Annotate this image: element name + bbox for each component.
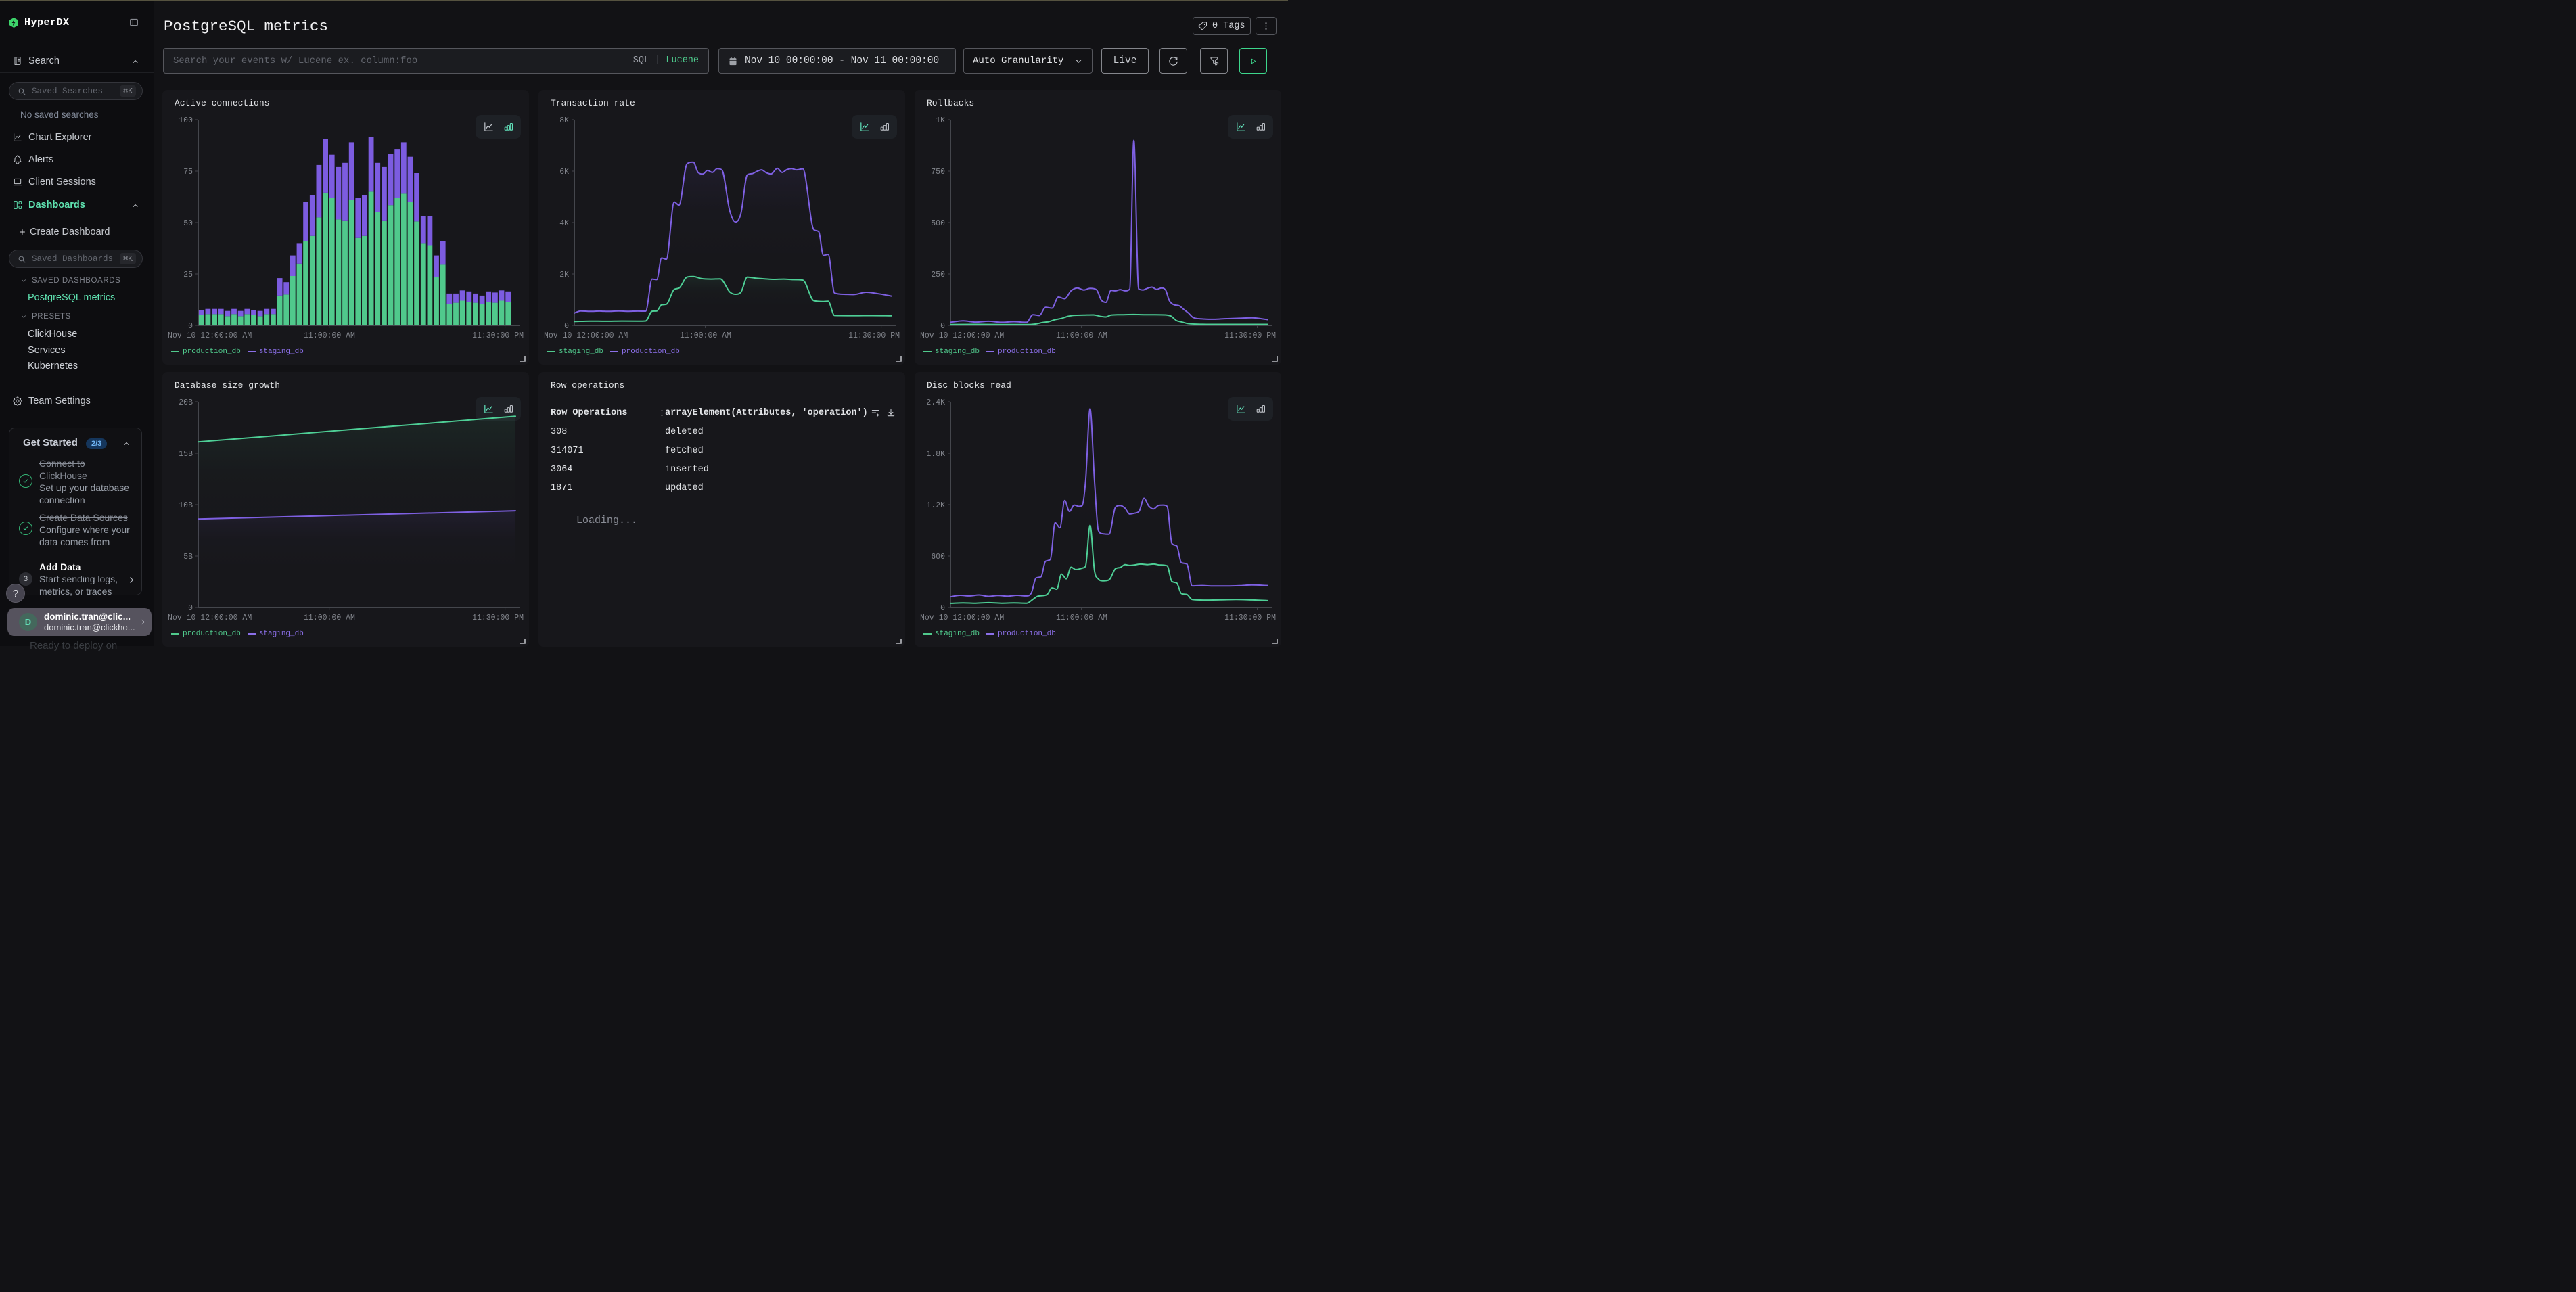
svg-text:0: 0 — [940, 604, 945, 613]
svg-text:250: 250 — [931, 271, 945, 279]
svg-text:1.2K: 1.2K — [926, 501, 945, 510]
svg-text:2.4K: 2.4K — [926, 398, 945, 407]
svg-text:5B: 5B — [183, 553, 193, 561]
svg-text:25: 25 — [183, 271, 193, 279]
svg-text:11:00:00 AM: 11:00:00 AM — [1056, 614, 1107, 622]
svg-text:11:30:00 PM: 11:30:00 PM — [1224, 331, 1276, 340]
svg-text:11:00:00 AM: 11:00:00 AM — [1056, 331, 1107, 340]
svg-text:0: 0 — [940, 322, 945, 331]
svg-text:8K: 8K — [559, 116, 569, 125]
svg-text:0: 0 — [564, 322, 569, 331]
svg-text:10B: 10B — [179, 501, 193, 510]
svg-text:1.8K: 1.8K — [926, 450, 945, 459]
svg-text:Nov 10 12:00:00 AM: Nov 10 12:00:00 AM — [168, 331, 252, 340]
svg-text:0: 0 — [188, 604, 193, 613]
svg-text:11:00:00 AM: 11:00:00 AM — [680, 331, 731, 340]
svg-text:750: 750 — [931, 168, 945, 177]
svg-text:50: 50 — [183, 219, 193, 228]
svg-text:2K: 2K — [559, 271, 569, 279]
svg-text:11:00:00 AM: 11:00:00 AM — [304, 331, 355, 340]
svg-text:600: 600 — [931, 553, 945, 561]
svg-text:6K: 6K — [559, 168, 569, 177]
svg-text:11:30:00 PM: 11:30:00 PM — [472, 331, 524, 340]
svg-text:Nov 10 12:00:00 AM: Nov 10 12:00:00 AM — [544, 331, 628, 340]
svg-text:100: 100 — [179, 116, 193, 125]
svg-text:1K: 1K — [936, 116, 945, 125]
svg-text:11:00:00 AM: 11:00:00 AM — [304, 614, 355, 622]
svg-text:Nov 10 12:00:00 AM: Nov 10 12:00:00 AM — [168, 614, 252, 622]
svg-text:11:30:00 PM: 11:30:00 PM — [848, 331, 900, 340]
svg-text:15B: 15B — [179, 450, 193, 459]
svg-text:Nov 10 12:00:00 AM: Nov 10 12:00:00 AM — [920, 331, 1004, 340]
svg-text:4K: 4K — [559, 219, 569, 228]
svg-text:0: 0 — [188, 322, 193, 331]
svg-text:11:30:00 PM: 11:30:00 PM — [1224, 614, 1276, 622]
svg-text:75: 75 — [183, 168, 193, 177]
svg-text:20B: 20B — [179, 398, 193, 407]
svg-text:11:30:00 PM: 11:30:00 PM — [472, 614, 524, 622]
svg-text:Nov 10 12:00:00 AM: Nov 10 12:00:00 AM — [920, 614, 1004, 622]
svg-text:500: 500 — [931, 219, 945, 228]
